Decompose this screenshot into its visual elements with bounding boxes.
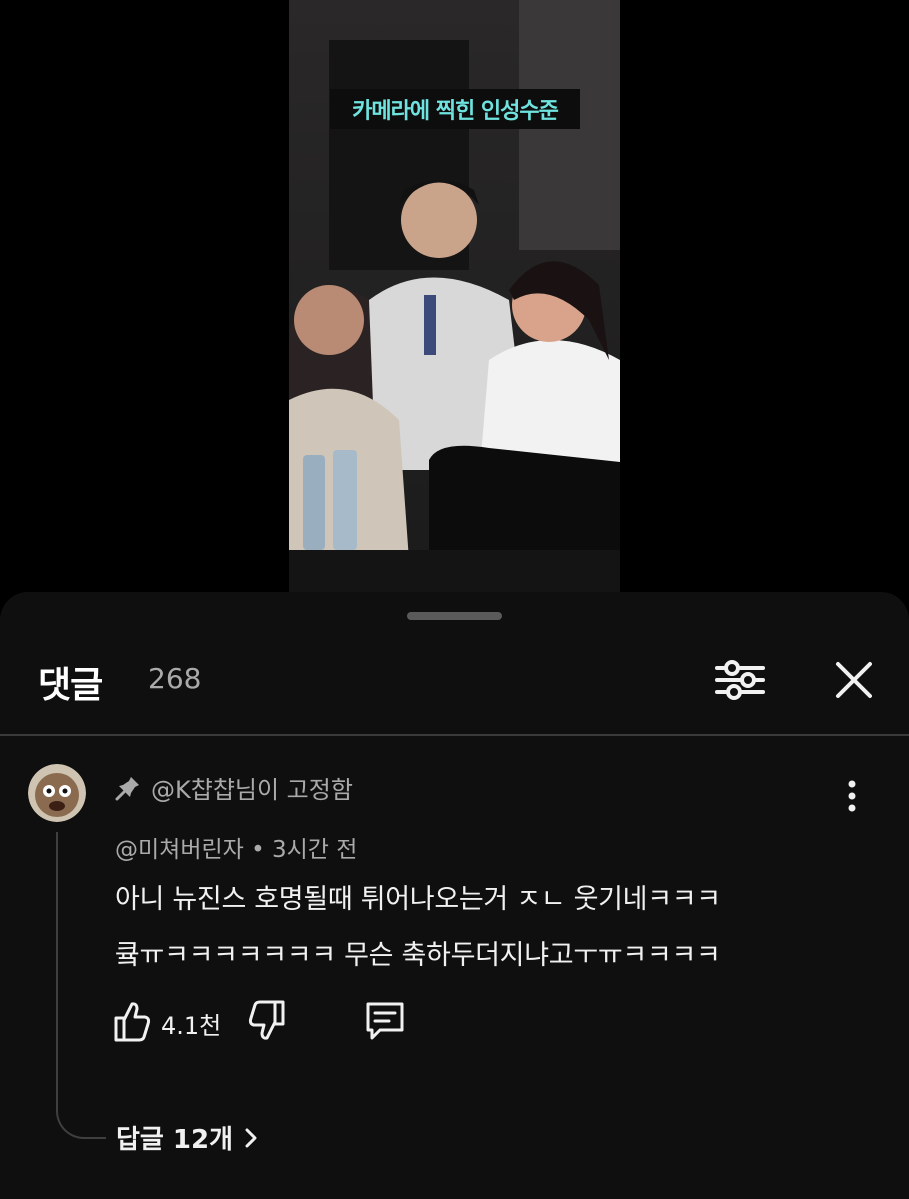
reply-thread-line bbox=[56, 832, 106, 1139]
comment-line-1: 아니 뉴진스 호명될때 튀어나오는거 ㅈㄴ 웃기네ㅋㅋㅋ bbox=[115, 884, 721, 915]
comment-body: 아니 뉴진스 호명될때 튀어나오는거 ㅈㄴ 웃기네ㅋㅋㅋ 큨ㅠㅋㅋㅋㅋㅋㅋㅋ 무… bbox=[115, 872, 855, 984]
meta-separator: • bbox=[243, 837, 273, 863]
comments-count: 268 bbox=[148, 662, 202, 695]
comment-time: 3시간 전 bbox=[272, 837, 358, 863]
drag-handle[interactable] bbox=[407, 612, 502, 620]
sort-filter-button[interactable] bbox=[712, 652, 768, 708]
avatar-image bbox=[28, 764, 86, 822]
more-options-button[interactable] bbox=[836, 776, 868, 816]
comment-reply-icon bbox=[366, 1002, 404, 1040]
sort-filter-icon bbox=[715, 660, 765, 700]
comment-line-2: 큨ㅠㅋㅋㅋㅋㅋㅋㅋ 무슨 축하두더지냐고ㅜㅠㅋㅋㅋㅋ bbox=[115, 940, 721, 971]
thumbs-up-icon bbox=[114, 1002, 151, 1042]
comments-sheet: 댓글 268 @K챱챱님이 고정함 @미쳐버린자 • 3시간 전 아니 뉴진스 … bbox=[0, 592, 909, 1199]
reply-button[interactable] bbox=[362, 996, 408, 1046]
view-replies-button[interactable]: 답글 12개 bbox=[116, 1119, 261, 1156]
pinned-label: @K챱챱님이 고정함 bbox=[115, 770, 353, 805]
video-player[interactable]: 카메라에 찍힌 인성수준 bbox=[0, 0, 909, 592]
comment-author[interactable]: @미쳐버린자 bbox=[115, 837, 244, 863]
video-caption: 카메라에 찍힌 인성수준 bbox=[330, 89, 580, 129]
pinned-text: @K챱챱님이 고정함 bbox=[151, 776, 353, 804]
comments-title: 댓글 bbox=[38, 665, 103, 706]
header-divider bbox=[0, 734, 909, 736]
like-count: 4.1천 bbox=[161, 1012, 222, 1040]
comment-meta: @미쳐버린자 • 3시간 전 bbox=[115, 830, 357, 864]
avatar[interactable] bbox=[28, 764, 86, 822]
more-vertical-icon bbox=[848, 780, 856, 812]
video-thumbnail[interactable]: 카메라에 찍힌 인성수준 bbox=[289, 0, 620, 592]
dislike-button[interactable] bbox=[247, 996, 291, 1046]
close-button[interactable] bbox=[826, 652, 882, 708]
thumbs-down-icon bbox=[248, 1000, 285, 1040]
replies-label: 답글 12개 bbox=[116, 1125, 233, 1155]
like-button[interactable] bbox=[112, 996, 152, 1046]
chevron-right-icon bbox=[245, 1128, 257, 1147]
close-icon bbox=[836, 662, 872, 698]
pin-icon bbox=[115, 776, 139, 800]
